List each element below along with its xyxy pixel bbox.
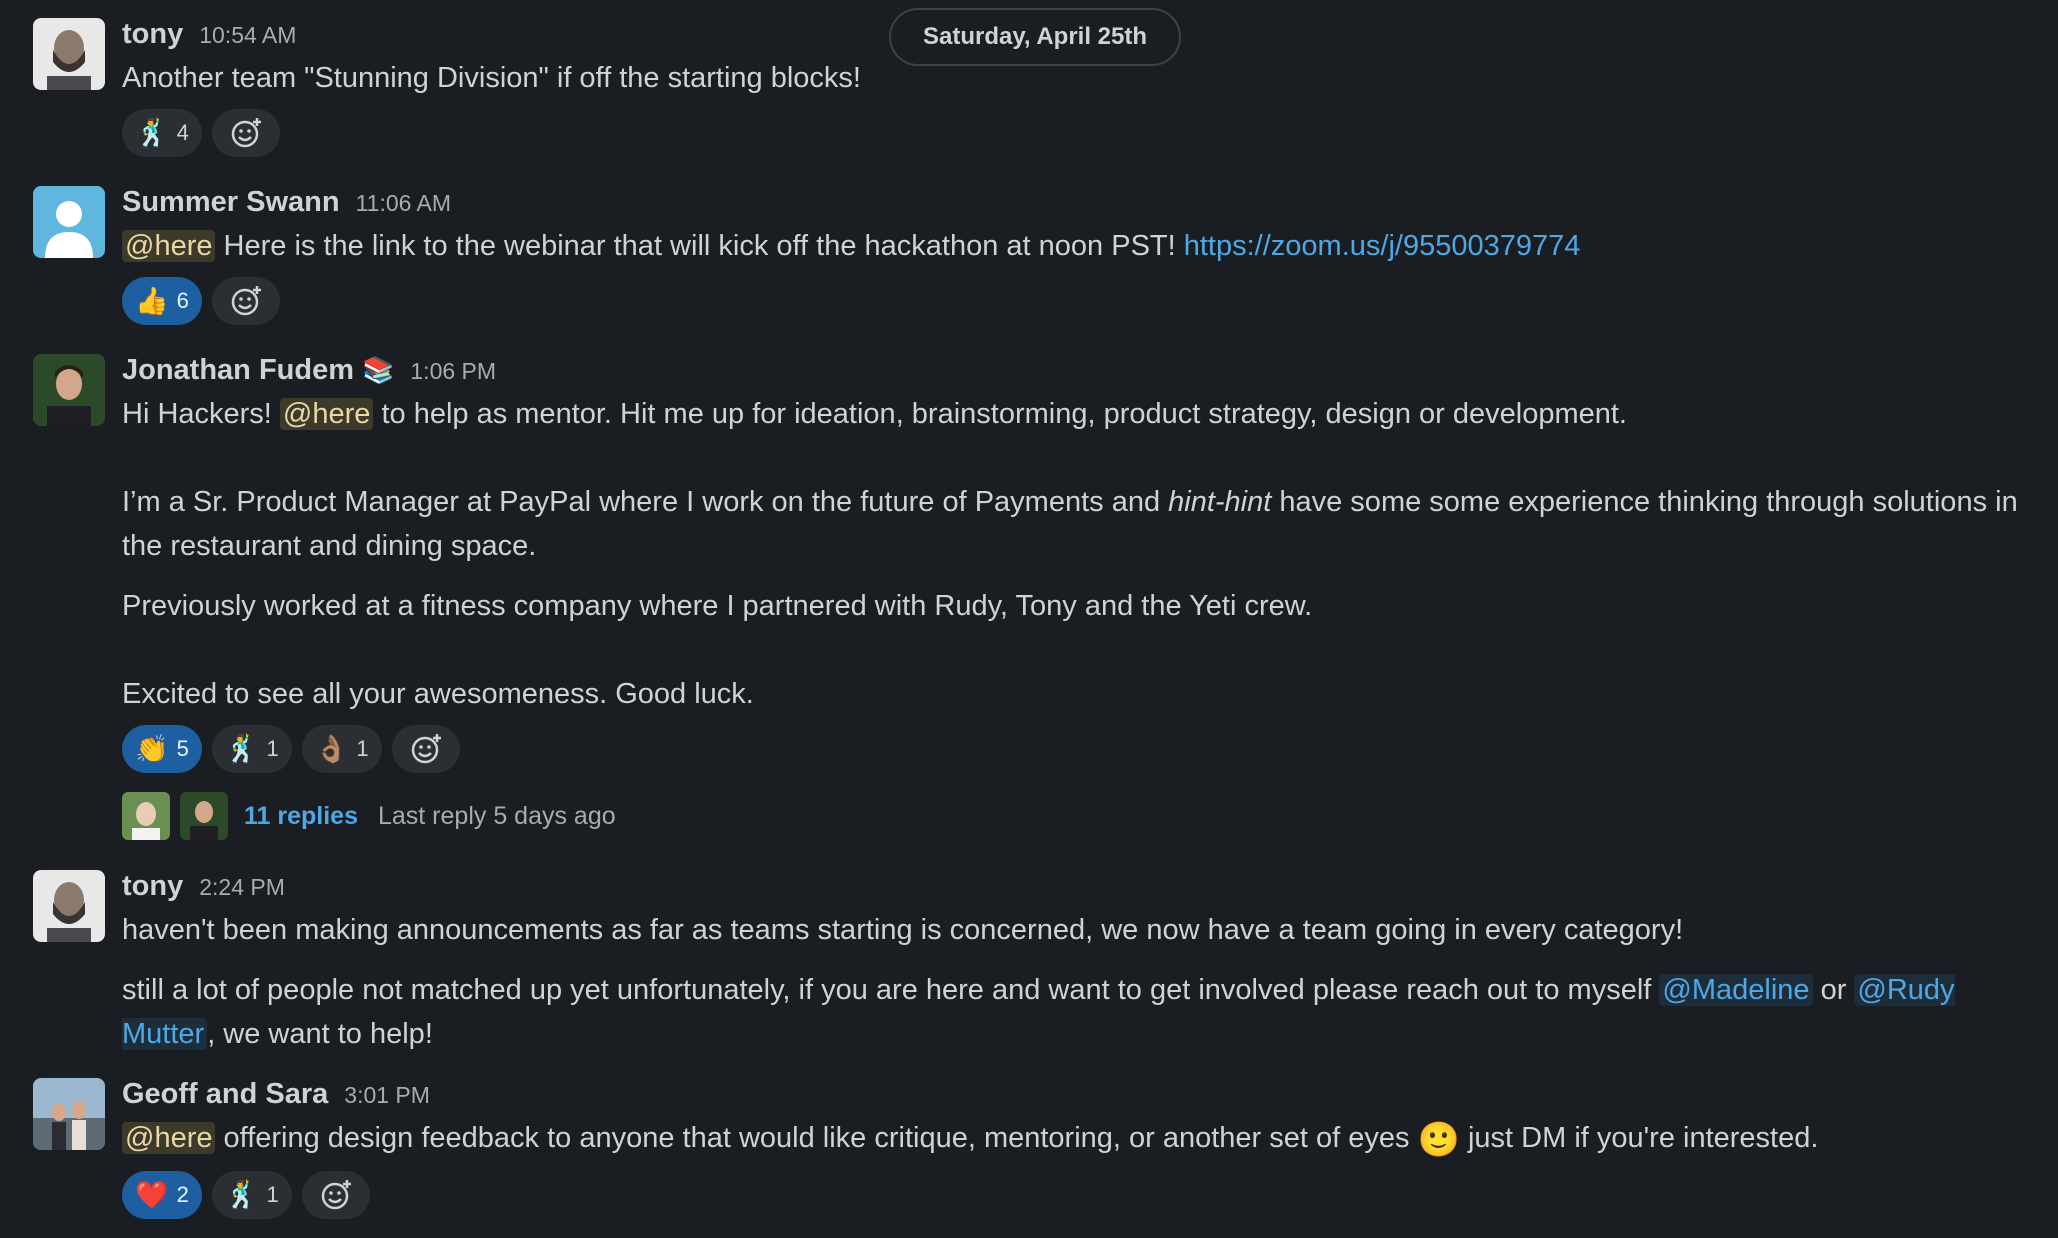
reaction-bar: 🕺 4 xyxy=(122,108,2038,158)
user-mention-madeline[interactable]: @Madeline xyxy=(1659,974,1813,1006)
timestamp[interactable]: 2:24 PM xyxy=(199,874,285,901)
reaction-count: 4 xyxy=(176,120,189,145)
thread-avatar xyxy=(122,792,170,840)
add-reaction-icon xyxy=(231,286,261,316)
reaction-bar: 👍 6 xyxy=(122,276,2038,326)
add-reaction-icon xyxy=(231,118,261,148)
thread-avatar xyxy=(180,792,228,840)
ok-hand-emoji-icon: 👌🏽 xyxy=(314,733,349,764)
text-segment: still a lot of people not matched up yet… xyxy=(122,974,1660,1006)
timestamp[interactable]: 11:06 AM xyxy=(356,190,451,217)
reaction-heart[interactable]: ❤️ 2 xyxy=(122,1171,202,1219)
avatar-tony[interactable] xyxy=(33,870,105,942)
add-reaction-button[interactable] xyxy=(211,109,280,157)
message-line: I’m a Sr. Product Manager at PayPal wher… xyxy=(122,480,2038,568)
message-text: @here offering design feedback to anyone… xyxy=(122,1116,2038,1162)
text-segment: , we want to help! xyxy=(207,1018,433,1050)
message-body: Here is the link to the webinar that wil… xyxy=(215,230,1184,262)
message-line: Excited to see all your awesomeness. Goo… xyxy=(122,678,754,710)
author-name[interactable]: Geoff and Sara xyxy=(122,1078,328,1111)
text-segment: just DM if you're interested. xyxy=(1459,1122,1819,1154)
timestamp[interactable]: 10:54 AM xyxy=(199,22,296,49)
zoom-link[interactable]: https://zoom.us/j/95500379774 xyxy=(1184,230,1581,262)
message-line: Previously worked at a fitness company w… xyxy=(122,590,1313,622)
reaction-dancer[interactable]: 🕺 1 xyxy=(211,725,292,773)
add-reaction-icon xyxy=(411,734,441,764)
here-mention[interactable]: @here xyxy=(122,230,216,262)
reaction-thumbs-up[interactable]: 👍 6 xyxy=(122,277,202,325)
avatar-tony[interactable] xyxy=(33,18,105,90)
italic-text: hint-hint xyxy=(1168,486,1272,518)
reaction-count: 2 xyxy=(176,1182,189,1207)
message-line: still a lot of people not matched up yet… xyxy=(122,968,2038,1056)
books-status-icon[interactable]: 📚 xyxy=(362,355,394,386)
add-reaction-button[interactable] xyxy=(301,1171,370,1219)
here-mention[interactable]: @here xyxy=(279,398,374,430)
avatar-jonathan-fudem[interactable] xyxy=(33,354,105,426)
reaction-bar: ❤️ 2 🕺 1 xyxy=(122,1170,2038,1220)
text-segment: I’m a Sr. Product Manager at PayPal wher… xyxy=(122,486,1169,518)
thumbs-up-emoji-icon: 👍 xyxy=(135,285,169,316)
reaction-count: 1 xyxy=(266,736,279,761)
slightly-smiling-face-icon: 🙂 xyxy=(1417,1121,1460,1159)
clap-emoji-icon: 👏 xyxy=(135,733,169,764)
heart-emoji-icon: ❤️ xyxy=(135,1179,169,1210)
author-name[interactable]: Jonathan Fudem xyxy=(122,354,354,387)
author-name[interactable]: tony xyxy=(122,18,183,51)
author-name[interactable]: tony xyxy=(122,870,183,903)
reaction-count: 6 xyxy=(176,288,189,313)
reaction-bar: 👏 5 🕺 1 👌🏽 1 xyxy=(122,724,2038,774)
reaction-count: 1 xyxy=(266,1182,279,1207)
reaction-dancer[interactable]: 🕺 4 xyxy=(122,109,202,157)
thread-replies-link[interactable]: 11 replies xyxy=(244,802,358,831)
reaction-clap[interactable]: 👏 5 xyxy=(122,725,202,773)
text-segment: to help as mentor. Hit me up for ideatio… xyxy=(373,398,1627,430)
message-text: @here Here is the link to the webinar th… xyxy=(122,224,2038,268)
add-reaction-icon xyxy=(321,1180,351,1210)
reaction-count: 5 xyxy=(176,736,189,761)
message-line: Hi Hackers! @here to help as mentor. Hit… xyxy=(122,392,2038,436)
timestamp[interactable]: 3:01 PM xyxy=(344,1082,430,1109)
reaction-ok-hand[interactable]: 👌🏽 1 xyxy=(301,725,382,773)
dancer-emoji-icon: 🕺 xyxy=(224,1179,259,1210)
add-reaction-button[interactable] xyxy=(391,725,460,773)
avatar-summer-swann[interactable] xyxy=(33,186,105,258)
text-segment: Hi Hackers! xyxy=(122,398,280,430)
thread-summary[interactable]: 11 replies Last reply 5 days ago xyxy=(122,792,2038,840)
text-segment: offering design feedback to anyone that … xyxy=(215,1122,1418,1154)
text-segment: or xyxy=(1812,974,1855,1006)
author-name[interactable]: Summer Swann xyxy=(122,186,340,219)
add-reaction-button[interactable] xyxy=(211,277,280,325)
reaction-count: 1 xyxy=(356,736,369,761)
avatar-geoff-and-sara[interactable] xyxy=(33,1078,105,1150)
dancer-emoji-icon: 🕺 xyxy=(135,117,169,148)
thread-last-reply: Last reply 5 days ago xyxy=(377,801,616,830)
here-mention[interactable]: @here xyxy=(122,1122,216,1154)
dancer-emoji-icon: 🕺 xyxy=(224,733,259,764)
reaction-dancer[interactable]: 🕺 1 xyxy=(211,1171,292,1219)
message-text: Another team "Stunning Division" if off … xyxy=(122,62,861,94)
message-line: haven't been making announcements as far… xyxy=(122,914,1684,946)
timestamp[interactable]: 1:06 PM xyxy=(410,358,496,385)
